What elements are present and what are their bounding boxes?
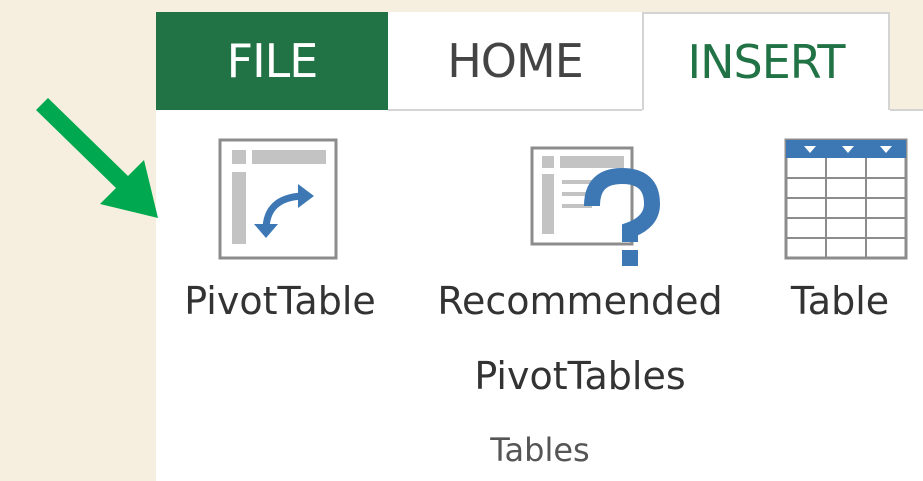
- tab-file-label: FILE: [226, 34, 319, 88]
- table-label: Table: [790, 279, 890, 323]
- recommended-pivottables-icon: [530, 146, 660, 266]
- tab-divider-left: [388, 109, 642, 111]
- green-arrow-icon: [30, 98, 158, 218]
- pivottable-icon: [218, 138, 338, 260]
- tab-home-label: HOME: [447, 34, 584, 88]
- tab-insert[interactable]: INSERT: [642, 12, 890, 110]
- tab-divider-right: [890, 109, 923, 111]
- table-icon: [784, 138, 908, 260]
- recommended-label-line2: PivotTables: [474, 354, 686, 398]
- recommended-label-line1: Recommended: [437, 279, 723, 323]
- pivottable-label: PivotTable: [184, 279, 376, 323]
- group-label-tables: Tables: [490, 431, 590, 469]
- tab-file[interactable]: FILE: [156, 12, 388, 110]
- tab-home[interactable]: HOME: [388, 12, 642, 110]
- tab-insert-label: INSERT: [687, 35, 846, 89]
